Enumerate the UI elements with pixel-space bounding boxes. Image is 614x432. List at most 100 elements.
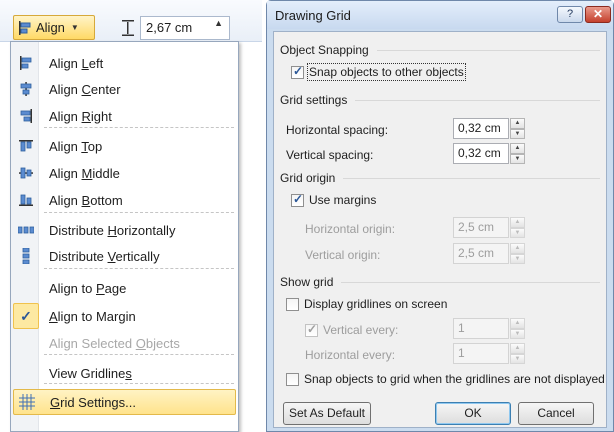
menu-item-distribute-horizontally[interactable]: Distribute Horizontally <box>13 217 236 243</box>
menu-item-label: Grid Settings... <box>50 394 136 410</box>
use-margins-label: Use margins <box>309 193 377 207</box>
vertical-spacing-input[interactable]: 0,32 cm <box>453 143 509 164</box>
set-as-default-button[interactable]: Set As Default <box>283 402 371 425</box>
vertical-spacing-label: Vertical spacing: <box>286 148 374 162</box>
distribute-horizontally-icon <box>13 217 39 243</box>
grid-origin-heading: Grid origin <box>280 171 336 185</box>
use-margins-checkbox[interactable]: Use margins <box>291 192 377 207</box>
snap-to-grid-label: Snap objects to grid when the gridlines … <box>304 372 605 386</box>
menu-item-distribute-vertically[interactable]: Distribute Vertically <box>13 243 236 269</box>
shape-height-value: 2,67 cm <box>146 20 193 35</box>
display-gridlines-label: Display gridlines on screen <box>304 297 448 311</box>
checkmark-icon: ✓ <box>13 303 39 329</box>
vertical-origin-spinner[interactable]: ▲ ▼ <box>510 243 525 264</box>
vertical-every-input[interactable]: 1 <box>453 318 509 339</box>
ribbon-strip: Align ▼ 2,67 cm ▲ <box>0 0 262 42</box>
align-button-label: Align <box>36 20 65 35</box>
horizontal-spacing-spinner[interactable]: ▲ ▼ <box>510 118 525 139</box>
horizontal-origin-label: Horizontal origin: <box>305 222 396 236</box>
menu-item-align-to-page[interactable]: Align to Page <box>13 275 236 301</box>
menu-item-label: Distribute Horizontally <box>49 222 176 238</box>
menu-item-align-top[interactable]: Align Top <box>13 133 236 159</box>
menu-item-align-bottom[interactable]: Align Bottom <box>13 187 236 213</box>
menu-item-label: Align Top <box>49 138 103 154</box>
snap-to-grid-checkbox[interactable]: Snap objects to grid when the gridlines … <box>286 372 605 386</box>
menu-icon-slot <box>13 275 39 301</box>
align-dropdown-button[interactable]: Align ▼ <box>13 15 95 40</box>
menu-item-label: Align to Page <box>49 280 127 296</box>
align-bottom-icon <box>13 187 39 213</box>
dialog-title-bar[interactable]: Drawing Grid ? ✕ <box>267 1 613 29</box>
help-button[interactable]: ? <box>557 6 583 23</box>
horizontal-origin-spinner[interactable]: ▲ ▼ <box>510 217 525 238</box>
menu-item-align-left[interactable]: Align Left <box>13 50 236 76</box>
horizontal-spacing-label: Horizontal spacing: <box>286 123 389 137</box>
menu-item-label: Align Center <box>49 81 121 97</box>
distribute-vertically-icon <box>13 243 39 269</box>
horizontal-every-label: Horizontal every: <box>305 348 396 362</box>
close-button[interactable]: ✕ <box>585 6 611 23</box>
menu-item-label: Align Bottom <box>49 192 123 208</box>
shape-height-field[interactable]: 2,67 cm ▲ <box>140 16 230 40</box>
snap-to-objects-label: Snap objects to other objects <box>307 63 466 81</box>
checkbox-box[interactable] <box>305 322 318 337</box>
grid-settings-heading: Grid settings <box>280 93 348 107</box>
menu-separator <box>44 383 234 384</box>
menu-item-grid-settings[interactable]: Grid Settings... <box>13 389 236 415</box>
vertical-every-label: Vertical every: <box>323 323 399 337</box>
menu-item-label: Align Middle <box>49 165 120 181</box>
display-gridlines-checkbox[interactable]: Display gridlines on screen <box>286 297 447 311</box>
object-snapping-heading: Object Snapping <box>280 43 369 57</box>
horizontal-spacing-input[interactable]: 0,32 cm <box>453 118 509 139</box>
grid-icon <box>14 389 40 415</box>
menu-icon-slot <box>13 330 39 356</box>
checkbox-box[interactable] <box>291 64 304 79</box>
menu-item-align-center[interactable]: Align Center <box>13 76 236 102</box>
vertical-every-checkbox[interactable]: Vertical every: <box>305 322 399 337</box>
horizontal-every-spinner[interactable]: ▲ ▼ <box>510 343 525 364</box>
menu-separator <box>44 268 234 269</box>
cancel-button[interactable]: Cancel <box>518 402 594 425</box>
menu-separator <box>44 354 234 355</box>
snap-to-objects-checkbox[interactable]: Snap objects to other objects <box>291 63 466 81</box>
grid-settings-section: Grid settings <box>280 93 600 107</box>
checkbox-box[interactable] <box>286 372 299 386</box>
menu-separator <box>44 212 234 213</box>
checkbox-box[interactable] <box>286 297 299 311</box>
menu-item-align-right[interactable]: Align Right <box>13 103 236 129</box>
ok-button[interactable]: OK <box>435 402 511 425</box>
menu-icon-slot <box>13 360 39 386</box>
menu-item-label: Align Selected Objects <box>49 335 180 351</box>
align-menu: Align Left Align Center Align Right Align T… <box>10 41 239 432</box>
vertical-origin-input[interactable]: 2,5 cm <box>453 243 509 264</box>
menu-item-align-to-margin[interactable]: ✓ Align to Margin <box>13 303 236 329</box>
menu-item-align-middle[interactable]: Align Middle <box>13 160 236 186</box>
chevron-down-icon: ▼ <box>70 23 79 32</box>
spin-up-icon[interactable]: ▲ <box>214 18 223 28</box>
menu-separator <box>44 127 234 128</box>
dialog-body: Object Snapping Snap objects to other ob… <box>273 31 607 428</box>
show-grid-heading: Show grid <box>280 275 334 289</box>
vertical-origin-label: Vertical origin: <box>305 248 381 262</box>
horizontal-every-input[interactable]: 1 <box>453 343 509 364</box>
grid-origin-section: Grid origin <box>280 171 600 185</box>
checkbox-box[interactable] <box>291 192 304 207</box>
horizontal-origin-input[interactable]: 2,5 cm <box>453 217 509 238</box>
menu-item-label: Align to Margin <box>49 308 136 324</box>
align-center-icon <box>13 76 39 102</box>
menu-item-label: Align Right <box>49 108 112 124</box>
menu-item-label: Distribute Vertically <box>49 248 160 264</box>
menu-item-label: Align Left <box>49 55 104 71</box>
align-right-icon <box>13 103 39 129</box>
vertical-every-spinner[interactable]: ▲ ▼ <box>510 318 525 339</box>
menu-item-label: View Gridlines <box>49 365 132 381</box>
menu-item-align-selected-objects: Align Selected Objects <box>13 330 236 356</box>
dialog-title: Drawing Grid <box>275 8 351 23</box>
align-left-icon <box>13 50 39 76</box>
object-snapping-section: Object Snapping <box>280 43 600 57</box>
height-icon <box>122 20 134 36</box>
screenshot: Align ▼ 2,67 cm ▲ Align Left Align Center… <box>0 0 614 432</box>
align-top-icon <box>13 133 39 159</box>
drawing-grid-dialog: Drawing Grid ? ✕ Object Snapping Snap ob… <box>266 0 614 432</box>
vertical-spacing-spinner[interactable]: ▲ ▼ <box>510 143 525 164</box>
